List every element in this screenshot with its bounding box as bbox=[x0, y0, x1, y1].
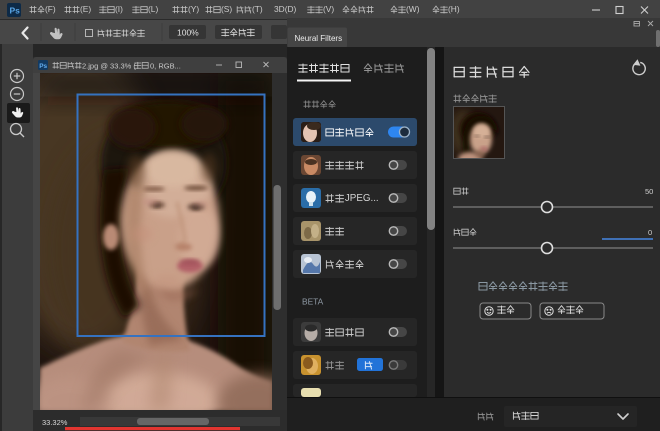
svg-text:(E): (E) bbox=[80, 4, 91, 14]
svg-text:Neural Filters: Neural Filters bbox=[295, 34, 343, 43]
svg-text:(W): (W) bbox=[406, 4, 420, 14]
svg-text:(I): (I) bbox=[115, 4, 123, 14]
svg-text:3D(D): 3D(D) bbox=[274, 4, 297, 14]
svg-text:(Y): (Y) bbox=[188, 4, 199, 14]
svg-text:Ps: Ps bbox=[10, 6, 21, 16]
svg-text:Ps: Ps bbox=[39, 63, 47, 70]
svg-text:BETA: BETA bbox=[302, 297, 324, 307]
svg-text:33.32%: 33.32% bbox=[42, 418, 68, 427]
svg-text:0: 0 bbox=[648, 228, 652, 237]
svg-text:(F): (F) bbox=[45, 4, 56, 14]
svg-text:JPEG...: JPEG... bbox=[345, 193, 379, 204]
svg-text:100%: 100% bbox=[177, 28, 199, 38]
svg-text:50: 50 bbox=[645, 187, 653, 196]
svg-text:(S): (S) bbox=[221, 4, 232, 14]
svg-text:(L): (L) bbox=[148, 4, 158, 14]
svg-text:(T): (T) bbox=[252, 4, 263, 14]
svg-text:2.jpg @ 33.3% (: 2.jpg @ 33.3% ( bbox=[82, 61, 136, 70]
svg-text:(H): (H) bbox=[448, 4, 460, 14]
svg-text:(V): (V) bbox=[323, 4, 334, 14]
svg-text:0, RGB...: 0, RGB... bbox=[150, 61, 181, 70]
